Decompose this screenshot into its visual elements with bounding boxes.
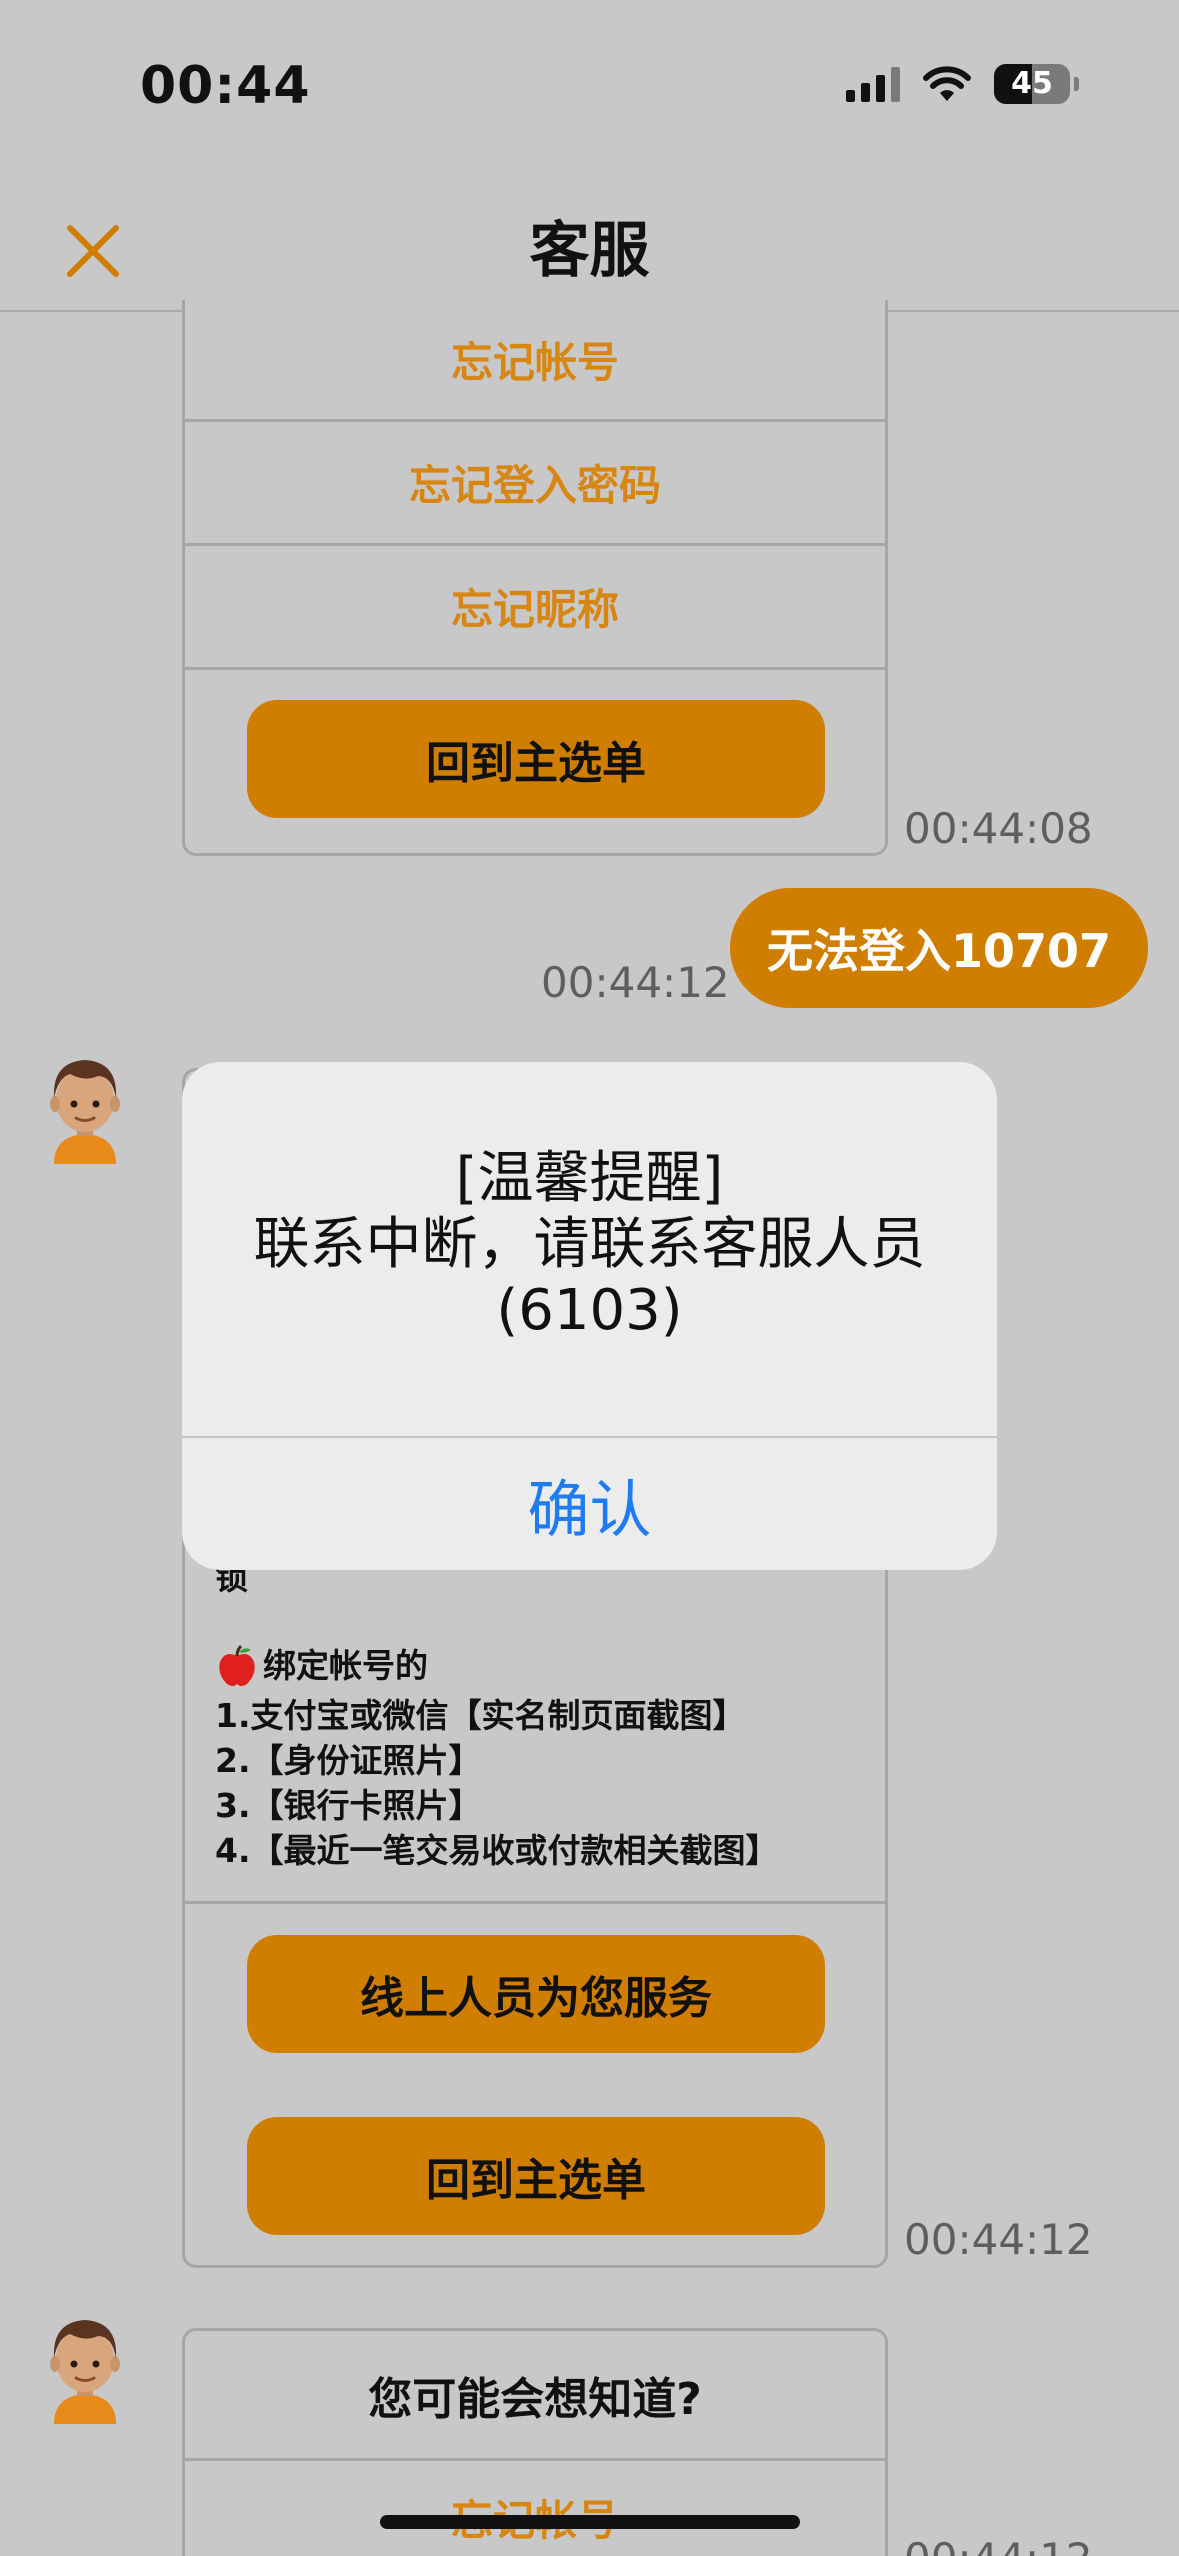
online-service-button[interactable]: 线上人员为您服务 [247, 1935, 825, 2053]
red-apple-icon [219, 1644, 255, 1686]
alert-title-line-3: (6103) [496, 1278, 683, 1343]
agent-avatar-icon [50, 2320, 120, 2424]
agent-avatar-icon [50, 1060, 120, 1164]
bind-line-4: 4.【最近一笔交易收或付款相关截图】 [215, 1831, 779, 1870]
message-timestamp: 00:44:12 [904, 2534, 1093, 2556]
wifi-icon [923, 66, 971, 101]
bind-line-2: 2.【身份证照片】 [215, 1741, 482, 1780]
bind-line-1: 1.支付宝或微信【实名制页面截图】 [215, 1696, 746, 1735]
battery-level: 45 [1011, 66, 1053, 101]
home-indicator[interactable] [380, 2515, 800, 2529]
message-timestamp: 00:44:08 [904, 804, 1093, 853]
bind-heading: 绑定帐号的 [215, 1643, 428, 1688]
cellular-signal-icon [846, 66, 900, 102]
status-time: 00:44 [140, 56, 311, 116]
alert-confirm-button[interactable]: 确认 [182, 1438, 997, 1570]
battery-icon: 45 [994, 64, 1070, 104]
card-divider [185, 1901, 885, 1904]
menu-item-forgot-account[interactable]: 忘记帐号 [185, 300, 885, 422]
menu-card-1: 忘记帐号 忘记登入密码 忘记昵称 回到主选单 [182, 300, 888, 856]
battery-tip [1074, 77, 1079, 91]
alert-title-line-1: [温馨提醒] [455, 1146, 724, 1211]
bind-line-3: 3.【银行卡照片】 [215, 1786, 482, 1825]
status-icons: 45 [846, 64, 1079, 104]
message-timestamp: 00:44:12 [541, 958, 730, 1007]
back-to-main-menu-button[interactable]: 回到主选单 [247, 700, 825, 818]
bind-heading-label: 绑定帐号的 [263, 1646, 428, 1685]
page-title: 客服 [529, 216, 650, 286]
alert-message: [温馨提醒] 联系中断，请联系客服人员 (6103) [182, 1146, 997, 1344]
user-message-bubble: 无法登入10707 [730, 888, 1148, 1008]
menu-item-forgot-account[interactable]: 忘记帐号 [185, 2461, 885, 2556]
menu-title: 您可能会想知道? [185, 2331, 885, 2461]
alert-dialog: [温馨提醒] 联系中断，请联系客服人员 (6103) 确认 [182, 1062, 997, 1570]
menu-item-forgot-nickname[interactable]: 忘记昵称 [185, 546, 885, 670]
back-to-main-menu-button[interactable]: 回到主选单 [247, 2117, 825, 2235]
message-timestamp: 00:44:12 [904, 2215, 1093, 2264]
nav-bar: 客服 [0, 160, 1179, 312]
alert-title-line-2: 联系中断，请联系客服人员 [253, 1212, 926, 1277]
menu-item-forgot-password[interactable]: 忘记登入密码 [185, 422, 885, 546]
status-bar: 00:44 45 [0, 0, 1179, 160]
